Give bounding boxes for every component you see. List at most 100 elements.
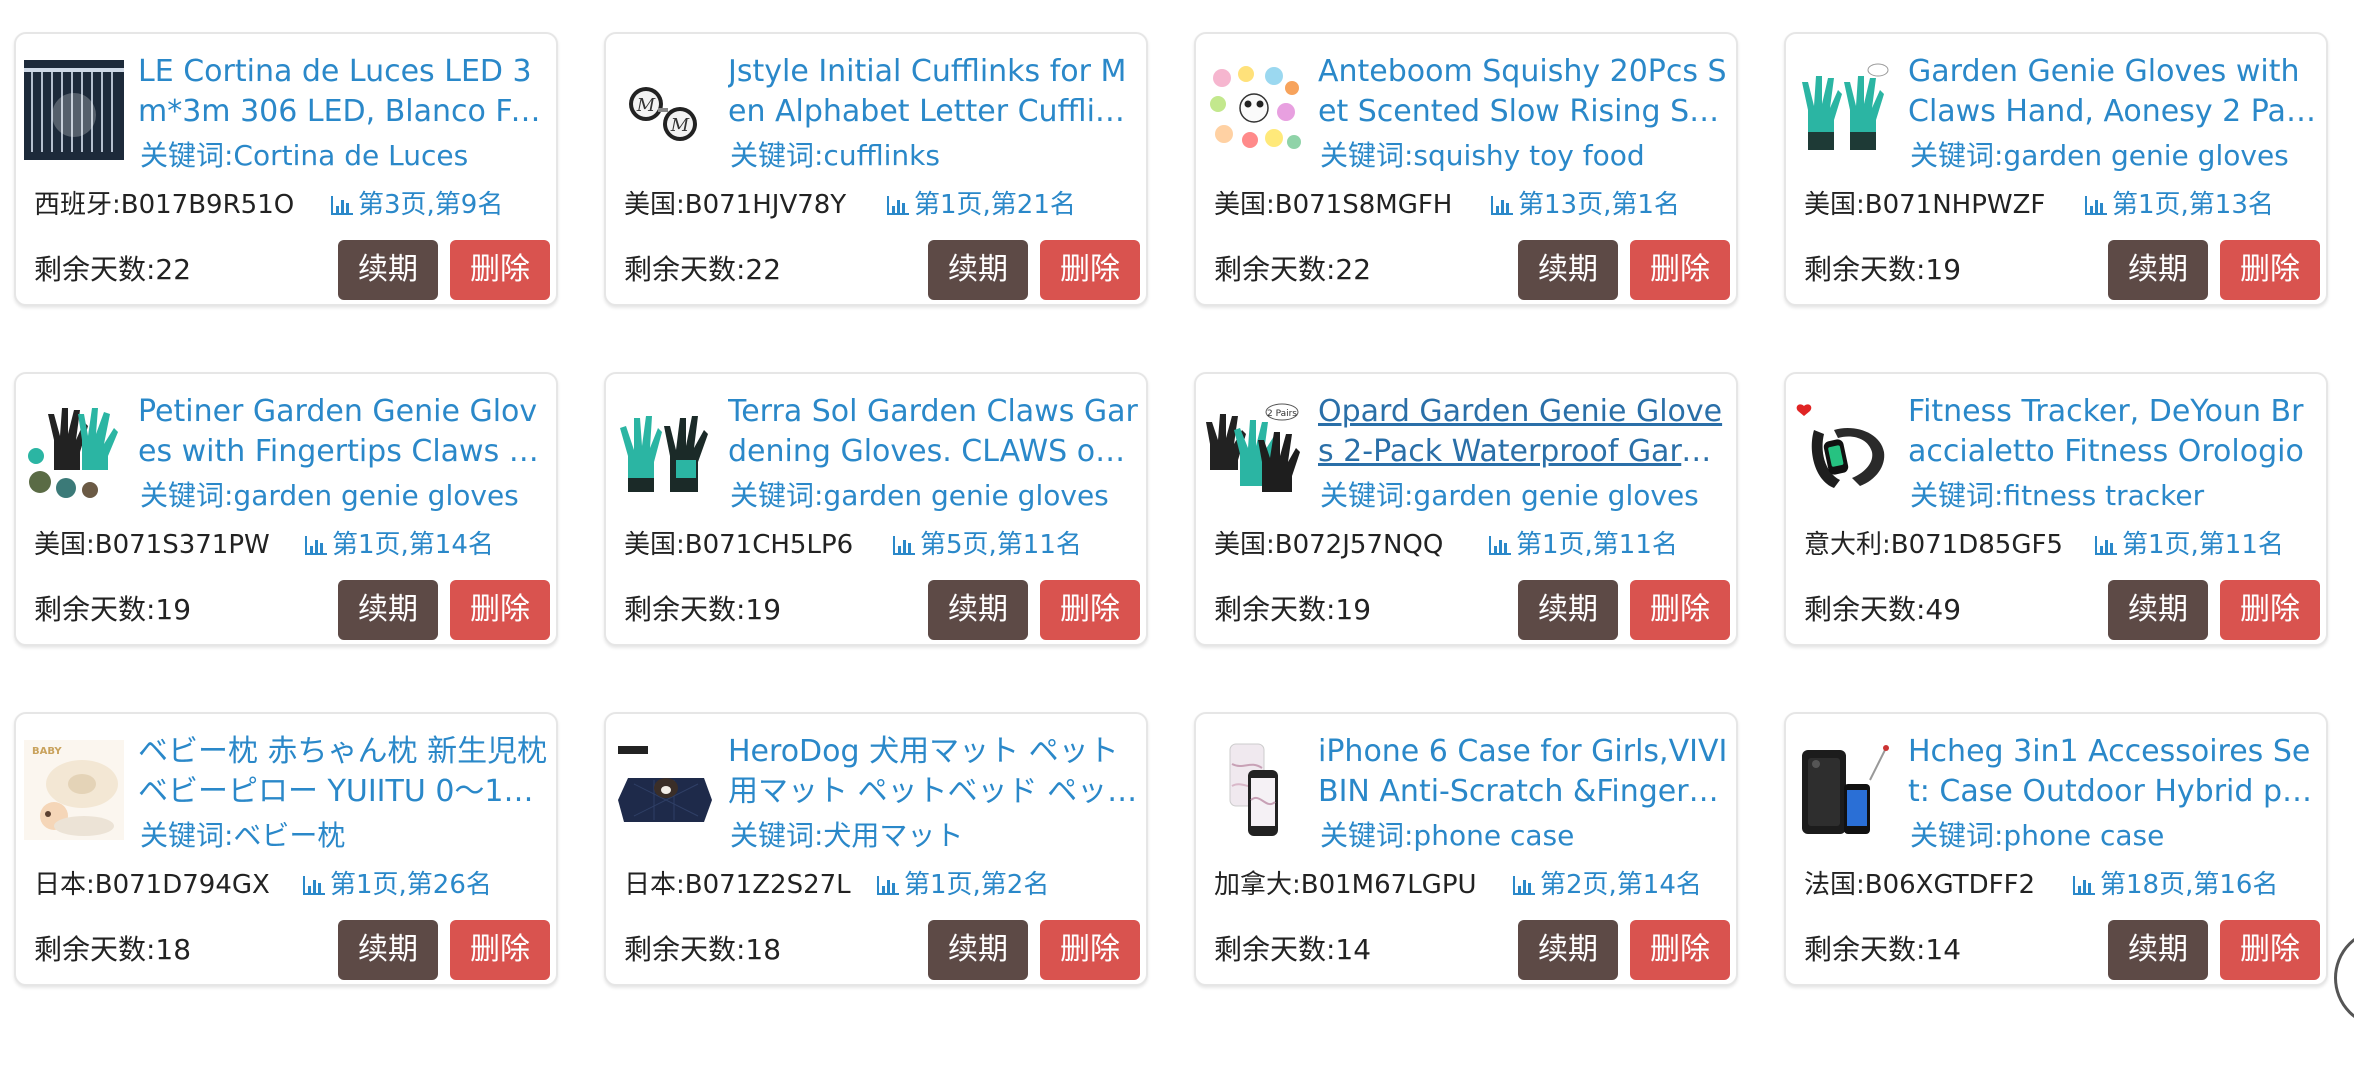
product-rank-link[interactable]: 第5页,第11名 <box>892 528 1082 562</box>
product-title[interactable]: Anteboom Squishy 20Pcs Set Scented Slow … <box>1318 52 1728 132</box>
remaining-days: 剩余天数:18 <box>624 933 782 966</box>
product-rank-link[interactable]: 第1页,第14名 <box>304 528 494 562</box>
renew-button[interactable]: 续期 <box>928 920 1028 980</box>
led-curtain-image[interactable] <box>24 60 124 160</box>
bar-chart-icon <box>876 874 900 896</box>
product-asin: 日本:B071D794GX <box>34 870 270 900</box>
renew-button[interactable]: 续期 <box>338 920 438 980</box>
product-asin: 美国:B071CH5LP6 <box>624 530 854 560</box>
svg-text:M: M <box>636 95 656 116</box>
product-keyword: 关键词:garden genie gloves <box>1910 139 2289 172</box>
product-asin: 美国:B072J57NQQ <box>1214 530 1444 560</box>
product-title[interactable]: LE Cortina de Luces LED 3m*3m 306 LED, B… <box>138 52 548 132</box>
product-title[interactable]: Hcheg 3in1 Accessoires Set: Case Outdoor… <box>1908 732 2318 812</box>
product-rank-link[interactable]: 第3页,第9名 <box>330 188 503 222</box>
cufflinks-image[interactable]: MM <box>614 60 714 160</box>
delete-button[interactable]: 删除 <box>1040 240 1140 300</box>
delete-button[interactable]: 删除 <box>450 580 550 640</box>
product-card: HeroDog 犬用マット ペット用マット ペットベッド ペットクッション 关键… <box>604 712 1148 986</box>
product-rank: 第18页,第16名 <box>2100 870 2279 900</box>
renew-button[interactable]: 续期 <box>2108 580 2208 640</box>
delete-button[interactable]: 删除 <box>1630 240 1730 300</box>
remaining-days: 剩余天数:18 <box>34 933 192 966</box>
product-title[interactable]: Opard Garden Genie Gloves 2-Pack Waterpr… <box>1318 392 1728 472</box>
garden-gloves-image[interactable] <box>24 400 124 500</box>
product-rank: 第5页,第11名 <box>920 530 1082 560</box>
product-card: 2 Pairs Opard Garden Genie Gloves 2-Pack… <box>1194 372 1738 646</box>
remaining-days: 剩余天数:22 <box>1214 253 1372 286</box>
renew-button[interactable]: 续期 <box>928 580 1028 640</box>
fitness-tracker-image[interactable] <box>1794 400 1894 500</box>
product-card: LE Cortina de Luces LED 3m*3m 306 LED, B… <box>14 32 558 306</box>
product-rank-link[interactable]: 第2页,第14名 <box>1512 868 1702 902</box>
product-rank-link[interactable]: 第18页,第16名 <box>2072 868 2278 902</box>
product-title[interactable]: Fitness Tracker, DeYoun Braccialetto Fit… <box>1908 392 2318 472</box>
remaining-days: 剩余天数:22 <box>34 253 192 286</box>
product-title[interactable]: ベビー枕 赤ちゃん枕 新生児枕 ベビーピロー YUIITU 0～12ヶ月 <box>138 732 548 812</box>
product-rank: 第1页,第11名 <box>1516 530 1678 560</box>
delete-button[interactable]: 删除 <box>2220 920 2320 980</box>
renew-button[interactable]: 续期 <box>1518 920 1618 980</box>
product-rank: 第3页,第9名 <box>358 190 504 220</box>
product-keyword: 关键词:garden genie gloves <box>140 479 519 512</box>
remaining-days: 剩余天数:19 <box>34 593 192 626</box>
garden-gloves-image[interactable]: 2 Pairs <box>1204 400 1304 500</box>
product-rank: 第2页,第14名 <box>1540 870 1702 900</box>
product-grid: LE Cortina de Luces LED 3m*3m 306 LED, B… <box>0 0 2354 1082</box>
renew-button[interactable]: 续期 <box>2108 920 2208 980</box>
product-rank-link[interactable]: 第1页,第21名 <box>886 188 1076 222</box>
renew-button[interactable]: 续期 <box>338 240 438 300</box>
squishy-toys-image[interactable] <box>1204 60 1304 160</box>
phone-case-image[interactable] <box>1204 740 1304 840</box>
product-keyword: 关键词:squishy toy food <box>1320 139 1645 172</box>
renew-button[interactable]: 续期 <box>1518 580 1618 640</box>
renew-button[interactable]: 续期 <box>2108 240 2208 300</box>
garden-gloves-image[interactable] <box>1794 60 1894 160</box>
product-asin: 加拿大:B01M67LGPU <box>1214 870 1477 900</box>
renew-button[interactable]: 续期 <box>338 580 438 640</box>
product-keyword: 关键词:garden genie gloves <box>730 479 1109 512</box>
delete-button[interactable]: 删除 <box>1040 920 1140 980</box>
product-asin: 日本:B071Z2S27L <box>624 870 851 900</box>
product-keyword: 关键词:cufflinks <box>730 139 940 172</box>
product-keyword: 关键词:Cortina de Luces <box>140 139 469 172</box>
delete-button[interactable]: 删除 <box>1040 580 1140 640</box>
product-asin: 意大利:B071D85GF5 <box>1804 530 2063 560</box>
baby-pillow-image[interactable]: BABY <box>24 740 124 840</box>
product-asin: 西班牙:B017B9R51O <box>34 190 295 220</box>
scroll-to-top-button[interactable] <box>2334 928 2354 1028</box>
product-rank-link[interactable]: 第1页,第2名 <box>876 868 1049 902</box>
bar-chart-icon <box>886 194 910 216</box>
product-rank-link[interactable]: 第1页,第26名 <box>302 868 492 902</box>
product-rank-link[interactable]: 第13页,第1名 <box>1490 188 1680 222</box>
renew-button[interactable]: 续期 <box>1518 240 1618 300</box>
bar-chart-icon <box>1490 194 1514 216</box>
bar-chart-icon <box>304 534 328 556</box>
renew-button[interactable]: 续期 <box>928 240 1028 300</box>
product-title[interactable]: Garden Genie Gloves with Claws Hand, Aon… <box>1908 52 2318 132</box>
delete-button[interactable]: 删除 <box>450 920 550 980</box>
garden-gloves-image[interactable] <box>614 400 714 500</box>
bar-chart-icon <box>892 534 916 556</box>
delete-button[interactable]: 删除 <box>1630 920 1730 980</box>
product-rank-link[interactable]: 第1页,第13名 <box>2084 188 2274 222</box>
dog-mat-image[interactable] <box>614 740 714 840</box>
product-keyword: 关键词:fitness tracker <box>1910 479 2205 512</box>
product-card: Petiner Garden Genie Gloves with Fingert… <box>14 372 558 646</box>
delete-button[interactable]: 删除 <box>2220 240 2320 300</box>
product-title[interactable]: Petiner Garden Genie Gloves with Fingert… <box>138 392 548 472</box>
product-title[interactable]: Terra Sol Garden Claws Gardening Gloves.… <box>728 392 1138 472</box>
delete-button[interactable]: 删除 <box>450 240 550 300</box>
bar-chart-icon <box>2084 194 2108 216</box>
delete-button[interactable]: 删除 <box>1630 580 1730 640</box>
product-title[interactable]: iPhone 6 Case for Girls,VIVIBIN Anti-Scr… <box>1318 732 1728 812</box>
product-rank-link[interactable]: 第1页,第11名 <box>1488 528 1678 562</box>
product-rank-link[interactable]: 第1页,第11名 <box>2094 528 2284 562</box>
delete-button[interactable]: 删除 <box>2220 580 2320 640</box>
product-card: Garden Genie Gloves with Claws Hand, Aon… <box>1784 32 2328 306</box>
product-title[interactable]: Jstyle Initial Cufflinks for Men Alphabe… <box>728 52 1138 132</box>
product-title[interactable]: HeroDog 犬用マット ペット用マット ペットベッド ペットクッション <box>728 732 1138 812</box>
product-keyword: 关键词:犬用マット <box>730 819 964 852</box>
product-card: BABY ベビー枕 赤ちゃん枕 新生児枕 ベビーピロー YUIITU 0～12ヶ… <box>14 712 558 986</box>
phone-case-image[interactable] <box>1794 740 1894 840</box>
